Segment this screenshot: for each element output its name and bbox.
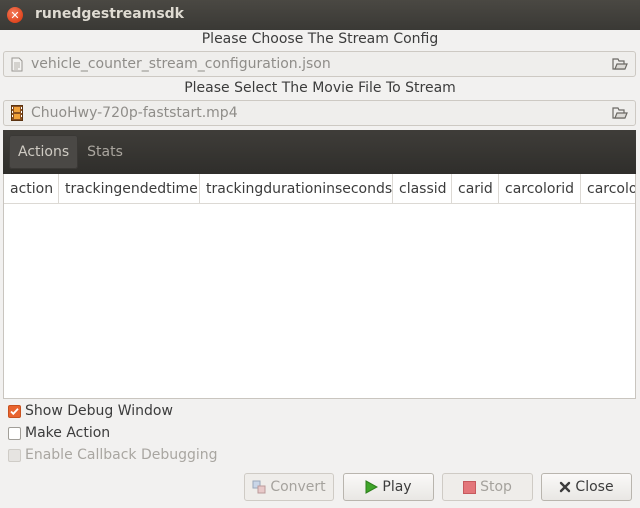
- column-header-carcolorid[interactable]: carcolorid: [499, 174, 581, 203]
- column-header-carid[interactable]: carid: [452, 174, 499, 203]
- convert-button-label: Convert: [270, 479, 326, 495]
- stop-button[interactable]: Stop: [442, 473, 533, 501]
- tab-bar: Actions Stats: [3, 130, 636, 174]
- table-header: action trackingendedtime trackingduratio…: [4, 174, 635, 204]
- window-title: runedgestreamsdk: [35, 6, 184, 22]
- close-button-label: Close: [575, 479, 614, 495]
- checkmark-icon: [10, 407, 19, 415]
- make-action-option[interactable]: Make Action: [8, 423, 110, 443]
- close-button[interactable]: Close: [541, 473, 632, 501]
- show-debug-window-label: Show Debug Window: [25, 403, 173, 419]
- stop-button-label: Stop: [480, 479, 512, 495]
- show-debug-window-checkbox[interactable]: [8, 404, 21, 418]
- make-action-label: Make Action: [25, 425, 111, 441]
- make-action-checkbox[interactable]: [8, 426, 21, 440]
- open-folder-icon[interactable]: [611, 104, 629, 122]
- close-icon: ✕: [10, 8, 20, 22]
- column-header-classid[interactable]: classid: [393, 174, 452, 203]
- play-button[interactable]: Play: [343, 473, 434, 501]
- show-debug-window-option[interactable]: Show Debug Window: [8, 401, 173, 421]
- close-icon: [559, 481, 571, 493]
- actions-table[interactable]: action trackingendedtime trackingduratio…: [3, 174, 636, 399]
- config-label: Please Choose The Stream Config: [201, 31, 439, 47]
- play-icon: [365, 480, 379, 494]
- convert-button[interactable]: Convert: [244, 473, 334, 501]
- movie-file-chooser[interactable]: ChuoHwy-720p-faststart.mp4: [3, 100, 636, 126]
- tab-stats[interactable]: Stats: [78, 135, 132, 169]
- window-close-button[interactable]: ✕: [7, 7, 23, 23]
- config-file-value: vehicle_counter_stream_configuration.jso…: [31, 56, 331, 72]
- config-file-chooser[interactable]: vehicle_counter_stream_configuration.jso…: [3, 51, 636, 77]
- movie-label: Please Select The Movie File To Stream: [184, 80, 456, 96]
- convert-icon: [252, 480, 266, 494]
- movie-file-value: ChuoHwy-720p-faststart.mp4: [31, 105, 238, 121]
- film-icon: [10, 104, 24, 122]
- column-header-carcolo[interactable]: carcolo: [581, 174, 635, 203]
- enable-callback-debugging-option: Enable Callback Debugging: [8, 445, 218, 465]
- column-header-trackingdurationinseconds[interactable]: trackingdurationinseconds: [200, 174, 393, 203]
- enable-callback-debugging-checkbox: [8, 448, 21, 462]
- tab-actions[interactable]: Actions: [9, 135, 79, 169]
- column-header-action[interactable]: action: [4, 174, 59, 203]
- play-button-label: Play: [382, 479, 412, 495]
- open-folder-icon[interactable]: [611, 55, 629, 73]
- title-bar: ✕ runedgestreamsdk: [0, 0, 640, 30]
- column-header-trackingendedtime[interactable]: trackingendedtime: [59, 174, 200, 203]
- document-icon: [10, 55, 24, 73]
- stop-icon: [463, 480, 477, 494]
- enable-callback-debugging-label: Enable Callback Debugging: [25, 447, 218, 463]
